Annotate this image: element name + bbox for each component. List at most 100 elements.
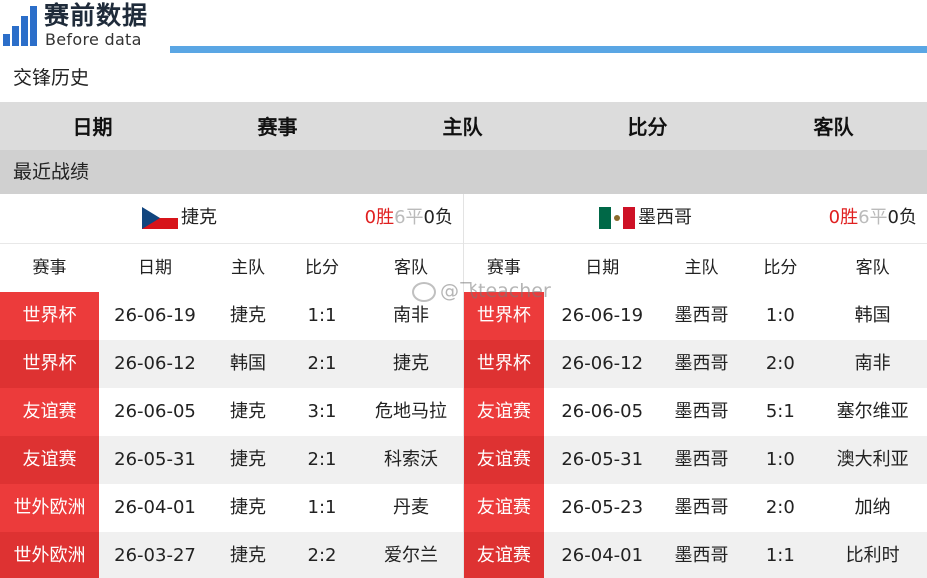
away-team: 爱尔兰 <box>384 545 438 566</box>
competition-badge: 友谊赛 <box>464 532 544 578</box>
match-date: 26-04-01 <box>561 545 644 566</box>
match-date: 26-03-27 <box>114 545 196 566</box>
table-row[interactable]: 友谊赛 26-05-31 捷克 2:1 科索沃 <box>0 436 463 484</box>
competition-badge: 友谊赛 <box>464 484 544 532</box>
column-date: 日期 <box>138 258 172 278</box>
watermark-text: @飞teacher <box>440 280 551 302</box>
column-score: 比分 <box>627 115 668 139</box>
home-team: 捷克 <box>230 497 266 518</box>
match-score: 2:0 <box>765 353 795 374</box>
match-score: 2:0 <box>765 497 795 518</box>
logo-title-en: Before data <box>45 30 142 49</box>
competition-badge: 世外欧洲 <box>0 532 99 578</box>
table-header: 赛事 日期 主队 比分 客队 <box>0 244 463 292</box>
match-score: 1:1 <box>307 305 337 326</box>
logo: 赛前数据 Before data <box>0 0 170 52</box>
competition-badge: 世外欧洲 <box>0 484 99 532</box>
column-date: 日期 <box>72 115 113 139</box>
team-record: 0胜6平0负 <box>365 206 453 230</box>
match-score: 2:2 <box>307 545 337 566</box>
column-home: 主队 <box>684 258 719 278</box>
column-score: 比分 <box>763 258 798 278</box>
home-team: 墨西哥 <box>674 353 729 374</box>
away-team: 南非 <box>854 353 891 374</box>
match-date: 26-05-23 <box>561 497 644 518</box>
table-row[interactable]: 世外欧洲 26-03-27 捷克 2:2 爱尔兰 <box>0 532 463 578</box>
match-date: 26-05-31 <box>561 449 644 470</box>
column-competition: 赛事 <box>32 258 67 278</box>
recent-form-title: 最近战绩 <box>13 161 90 183</box>
match-date: 26-06-12 <box>114 353 196 374</box>
record-wins: 0胜 <box>828 207 859 228</box>
record-losses: 0负 <box>887 207 917 228</box>
match-score: 1:0 <box>765 449 795 470</box>
away-team: 比利时 <box>845 545 900 566</box>
column-score: 比分 <box>305 258 339 278</box>
watermark: @飞teacher <box>412 279 551 303</box>
match-score: 2:1 <box>307 353 337 374</box>
bar-chart-icon <box>3 6 39 46</box>
table-row[interactable]: 世外欧洲 26-04-01 捷克 1:1 丹麦 <box>0 484 463 532</box>
record-wins: 0胜 <box>364 207 395 228</box>
column-home: 主队 <box>442 115 483 139</box>
czech-flag-icon <box>142 207 178 229</box>
home-team: 墨西哥 <box>674 401 729 422</box>
record-losses: 0负 <box>423 207 453 228</box>
column-away: 客队 <box>855 258 890 278</box>
record-draws: 6平 <box>394 207 424 228</box>
match-date: 26-04-01 <box>114 497 196 518</box>
column-competition: 赛事 <box>257 115 298 139</box>
right-team-panel: 墨西哥 0胜6平0负 赛事 日期 主队 比分 客队 世界杯 26-06-19 墨… <box>463 194 927 578</box>
away-team: 科索沃 <box>384 449 438 470</box>
home-team: 墨西哥 <box>674 545 729 566</box>
table-row[interactable]: 世界杯 26-06-12 韩国 2:1 捷克 <box>0 340 463 388</box>
match-date: 26-06-05 <box>561 401 644 422</box>
logo-title-cn: 赛前数据 <box>44 1 149 30</box>
competition-badge: 友谊赛 <box>0 436 99 484</box>
table-row[interactable]: 世界杯 26-06-12 墨西哥 2:0 南非 <box>464 340 927 388</box>
table-row[interactable]: 友谊赛 26-06-05 捷克 3:1 危地马拉 <box>0 388 463 436</box>
team-name-label: 捷克 <box>181 207 217 228</box>
match-score: 2:1 <box>307 449 337 470</box>
home-team: 捷克 <box>230 305 266 326</box>
mexico-flag-icon <box>599 207 635 229</box>
match-date: 26-05-31 <box>114 449 196 470</box>
match-score: 1:1 <box>765 545 795 566</box>
weibo-icon <box>412 281 436 302</box>
home-team: 捷克 <box>230 545 266 566</box>
head-to-head-header: 日期 赛事 主队 比分 客队 <box>0 102 927 150</box>
table-row[interactable]: 友谊赛 26-05-23 墨西哥 2:0 加纳 <box>464 484 927 532</box>
team-name[interactable]: 墨西哥 <box>599 206 692 230</box>
team-header: 墨西哥 0胜6平0负 <box>464 194 927 244</box>
competition-badge: 世界杯 <box>0 340 99 388</box>
team-name[interactable]: 捷克 <box>142 206 217 230</box>
away-team: 塞尔维亚 <box>836 401 909 422</box>
record-draws: 6平 <box>858 207 888 228</box>
match-score: 1:1 <box>307 497 337 518</box>
section-title: 交锋历史 <box>13 67 90 89</box>
match-date: 26-06-05 <box>114 401 196 422</box>
home-team: 韩国 <box>230 353 266 374</box>
competition-badge: 友谊赛 <box>464 388 544 436</box>
match-score: 5:1 <box>765 401 795 422</box>
team-name-label: 墨西哥 <box>638 207 692 228</box>
competition-badge: 世界杯 <box>0 292 99 340</box>
match-date: 26-06-12 <box>561 353 644 374</box>
table-row[interactable]: 友谊赛 26-06-05 墨西哥 5:1 塞尔维亚 <box>464 388 927 436</box>
away-team: 韩国 <box>854 305 891 326</box>
match-date: 26-06-19 <box>561 305 644 326</box>
left-team-panel: 捷克 0胜6平0负 赛事 日期 主队 比分 客队 世界杯 26-06-19 捷克… <box>0 194 463 578</box>
home-team: 捷克 <box>230 401 266 422</box>
home-team: 墨西哥 <box>674 497 729 518</box>
match-date: 26-06-19 <box>114 305 196 326</box>
home-team: 墨西哥 <box>674 305 729 326</box>
competition-badge: 世界杯 <box>464 340 544 388</box>
home-team: 捷克 <box>230 449 266 470</box>
table-row[interactable]: 友谊赛 26-04-01 墨西哥 1:1 比利时 <box>464 532 927 578</box>
recent-form-bar: 最近战绩 <box>0 150 927 194</box>
home-team: 墨西哥 <box>674 449 729 470</box>
table-row[interactable]: 友谊赛 26-05-31 墨西哥 1:0 澳大利亚 <box>464 436 927 484</box>
team-header: 捷克 0胜6平0负 <box>0 194 463 244</box>
table-row[interactable]: 世界杯 26-06-19 捷克 1:1 南非 <box>0 292 463 340</box>
away-team: 丹麦 <box>393 497 429 518</box>
